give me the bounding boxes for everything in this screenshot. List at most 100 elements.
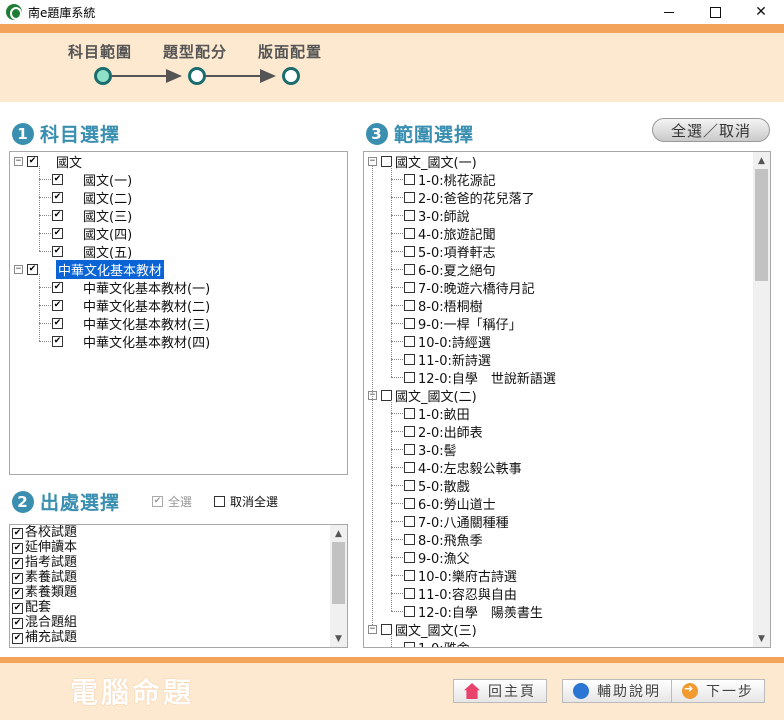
range-leaf[interactable]: 4-0:旅遊記聞	[404, 224, 496, 243]
range-leaf[interactable]: 8-0:飛魚季	[404, 530, 483, 549]
tree-leaf[interactable]: 國文(三)	[52, 206, 132, 225]
checkbox-icon[interactable]	[404, 317, 415, 329]
checkbox-icon[interactable]	[52, 281, 63, 293]
tree-leaf[interactable]: 中華文化基本教材(一)	[52, 278, 210, 297]
scroll-thumb[interactable]	[755, 169, 768, 281]
tree-leaf[interactable]: 中華文化基本教材(二)	[52, 296, 210, 315]
checkbox-icon[interactable]	[404, 533, 415, 545]
source-item[interactable]: 配套	[12, 601, 51, 615]
source-item[interactable]: 指考試題	[12, 556, 77, 570]
checkbox-icon[interactable]	[52, 245, 63, 257]
checkbox-icon[interactable]	[12, 542, 23, 554]
collapse-icon[interactable]: −	[14, 264, 23, 274]
checkbox-icon[interactable]	[404, 515, 415, 527]
checkbox-icon[interactable]	[404, 245, 415, 257]
tree-leaf[interactable]: 國文(二)	[52, 188, 132, 207]
range-leaf[interactable]: 1-0:畝田	[404, 404, 470, 423]
checkbox-icon[interactable]	[404, 299, 415, 311]
range-leaf[interactable]: 11-0:容忍與自由	[404, 584, 517, 603]
collapse-icon[interactable]: −	[368, 156, 377, 166]
checkbox-icon[interactable]	[12, 602, 23, 614]
range-scrollbar[interactable]: ▲ ▼	[753, 152, 770, 647]
checkbox-icon[interactable]	[27, 263, 38, 275]
checkbox-icon[interactable]	[404, 641, 415, 647]
checkbox-icon[interactable]	[404, 227, 415, 239]
step-dot-2[interactable]	[188, 67, 206, 85]
range-leaf[interactable]: 10-0:詩經選	[404, 332, 491, 351]
checkbox-icon[interactable]	[404, 281, 415, 293]
subject-tree[interactable]: − 國文國文(一) 國文(二) 國文(三) 國文(四) 國文(五) − 中華文化基本教材中華文…	[9, 151, 348, 475]
range-leaf[interactable]: 6-0:勞山道士	[404, 494, 496, 513]
range-leaf[interactable]: 9-0:一桿「稱仔」	[404, 314, 522, 333]
checkbox-icon[interactable]	[52, 209, 63, 221]
scroll-thumb[interactable]	[332, 542, 345, 604]
range-leaf[interactable]: 12-0:自學 陽羨書生	[404, 602, 543, 621]
source-item[interactable]: 各校試題	[12, 526, 77, 540]
checkbox-icon[interactable]	[12, 632, 23, 644]
checkbox-icon[interactable]	[12, 527, 23, 539]
checkbox-icon[interactable]	[12, 572, 23, 584]
home-button[interactable]: 回主頁	[453, 679, 547, 703]
source-item[interactable]: 延伸讀本	[12, 541, 77, 555]
checkbox-icon[interactable]	[404, 497, 415, 509]
range-leaf[interactable]: 3-0:髻	[404, 440, 457, 459]
tree-leaf[interactable]: 國文(四)	[52, 224, 132, 243]
tree-leaf[interactable]: 國文(五)	[52, 242, 132, 261]
checkbox-icon[interactable]	[404, 479, 415, 491]
close-button[interactable]: ✕	[738, 0, 784, 24]
range-node[interactable]: − 國文_國文(一)	[368, 152, 477, 171]
tree-node[interactable]: − 國文	[14, 152, 82, 171]
checkbox-icon[interactable]	[52, 299, 63, 311]
source-cancel-all-checkbox[interactable]: 取消全選	[214, 493, 278, 510]
checkbox-icon[interactable]	[404, 425, 415, 437]
next-button[interactable]: 下一步	[671, 679, 765, 703]
checkbox-icon[interactable]	[12, 587, 23, 599]
range-leaf[interactable]: 2-0:出師表	[404, 422, 483, 441]
range-leaf[interactable]: 8-0:梧桐樹	[404, 296, 483, 315]
checkbox-icon[interactable]	[381, 389, 392, 401]
range-leaf[interactable]: 1-0:雅舍	[404, 638, 470, 647]
range-leaf[interactable]: 4-0:左忠毅公軼事	[404, 458, 522, 477]
checkbox-icon[interactable]	[404, 461, 415, 473]
checkbox-icon[interactable]	[404, 371, 415, 383]
range-leaf[interactable]: 12-0:自學 世說新語選	[404, 368, 556, 387]
checkbox-icon[interactable]	[404, 335, 415, 347]
checkbox-icon[interactable]	[52, 173, 63, 185]
step-dot-3[interactable]	[282, 67, 300, 85]
tree-leaf[interactable]: 國文(一)	[52, 170, 132, 189]
range-leaf[interactable]: 7-0:八通關種種	[404, 512, 509, 531]
checkbox-icon[interactable]	[404, 569, 415, 581]
minimize-button[interactable]	[646, 0, 692, 24]
checkbox-icon[interactable]	[12, 557, 23, 569]
scroll-up-icon[interactable]: ▲	[330, 525, 347, 542]
source-item[interactable]: 補充試題	[12, 631, 77, 645]
scroll-down-icon[interactable]: ▼	[330, 630, 347, 647]
checkbox-icon[interactable]	[52, 317, 63, 329]
range-leaf[interactable]: 5-0:項脊軒志	[404, 242, 496, 261]
checkbox-icon[interactable]	[404, 551, 415, 563]
checkbox-icon[interactable]	[404, 191, 415, 203]
range-leaf[interactable]: 3-0:師說	[404, 206, 470, 225]
range-select-all-toggle-button[interactable]: 全選／取消	[652, 118, 770, 142]
checkbox-icon[interactable]	[404, 353, 415, 365]
source-scrollbar[interactable]: ▲ ▼	[330, 525, 347, 647]
step-dot-1[interactable]	[94, 67, 112, 85]
source-item[interactable]: 混合題組	[12, 616, 77, 630]
range-leaf[interactable]: 10-0:樂府古詩選	[404, 566, 517, 585]
scroll-down-icon[interactable]: ▼	[753, 630, 770, 647]
checkbox-icon[interactable]	[404, 263, 415, 275]
range-leaf[interactable]: 7-0:晚遊六橋待月記	[404, 278, 535, 297]
help-button[interactable]: 輔助說明	[562, 679, 672, 703]
range-tree[interactable]: ▲ ▼ − 國文_國文(一) 1-0:桃花源記 2-0:爸爸的花兒落了 3-0:師說 4-…	[363, 151, 771, 648]
range-leaf[interactable]: 5-0:散戲	[404, 476, 470, 495]
source-list[interactable]: ▲ ▼ 各校試題延伸讀本指考試題素養試題素養類題配套混合題組補充試題	[9, 524, 348, 648]
checkbox-icon[interactable]	[12, 617, 23, 629]
tree-node[interactable]: − 中華文化基本教材	[14, 259, 165, 279]
scroll-up-icon[interactable]: ▲	[753, 152, 770, 169]
checkbox-icon[interactable]	[52, 191, 63, 203]
checkbox-icon[interactable]	[404, 209, 415, 221]
checkbox-icon[interactable]	[404, 605, 415, 617]
checkbox-icon[interactable]	[52, 335, 63, 347]
collapse-icon[interactable]: −	[14, 156, 23, 166]
checkbox-icon[interactable]	[381, 155, 392, 167]
